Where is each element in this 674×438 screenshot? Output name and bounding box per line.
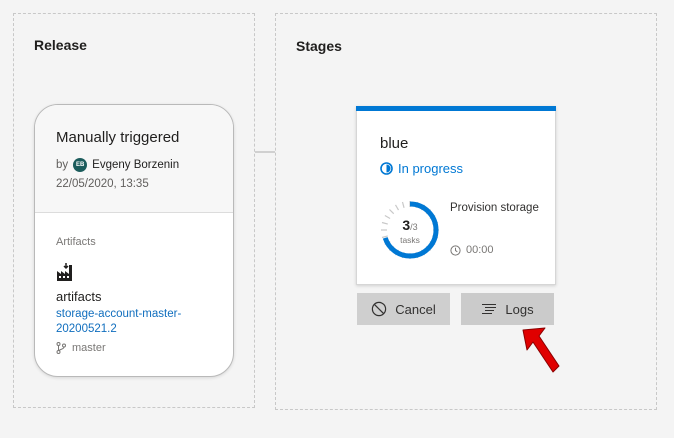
current-task-name: Provision storage [450, 202, 539, 214]
artifacts-label: Artifacts [56, 236, 96, 248]
in-progress-icon [380, 162, 393, 175]
stage-status-bar [356, 106, 556, 111]
task-duration: 00:00 [466, 244, 494, 256]
release-card[interactable]: Manually triggered by EB Evgeny Borzenin… [34, 104, 234, 377]
avatar: EB [73, 158, 88, 172]
task-count: 3/3 [379, 217, 441, 233]
artifact-name: artifacts [56, 289, 102, 304]
release-panel-title: Release [34, 37, 87, 53]
tasks-label: tasks [400, 235, 420, 245]
cancel-button-label: Cancel [395, 301, 436, 317]
factory-icon [57, 263, 72, 281]
artifact-version-link[interactable]: storage-account-master-20200521.2 [56, 307, 216, 337]
release-date: 22/05/2020, 13:35 [56, 178, 149, 190]
branch-row: master [56, 342, 106, 354]
task-duration-row: 00:00 [450, 244, 494, 256]
tasks-total: /3 [410, 222, 418, 232]
clock-icon [450, 244, 461, 256]
tasks-done: 3 [402, 217, 411, 233]
logs-button-label: Logs [505, 301, 534, 317]
logs-icon [482, 303, 497, 315]
stage-status: In progress [380, 161, 463, 176]
by-label: by [56, 159, 69, 171]
stage-name: blue [380, 135, 409, 152]
stage-card-blue[interactable]: blue In progress 3/3 tasks Provision sto… [356, 106, 556, 285]
stages-panel-title: Stages [296, 38, 342, 54]
cancel-icon [372, 301, 387, 317]
cancel-button[interactable]: Cancel [357, 293, 450, 325]
release-author-row: by EB Evgeny Borzenin [56, 158, 179, 172]
release-card-divider [35, 212, 233, 213]
branch-icon [56, 342, 66, 354]
stage-status-text: In progress [398, 161, 464, 176]
author-name: Evgeny Borzenin [92, 159, 180, 171]
release-trigger-text: Manually triggered [56, 129, 180, 146]
annotation-arrow-icon [522, 327, 560, 373]
branch-name: master [72, 342, 106, 354]
pipeline-connector [255, 151, 275, 153]
